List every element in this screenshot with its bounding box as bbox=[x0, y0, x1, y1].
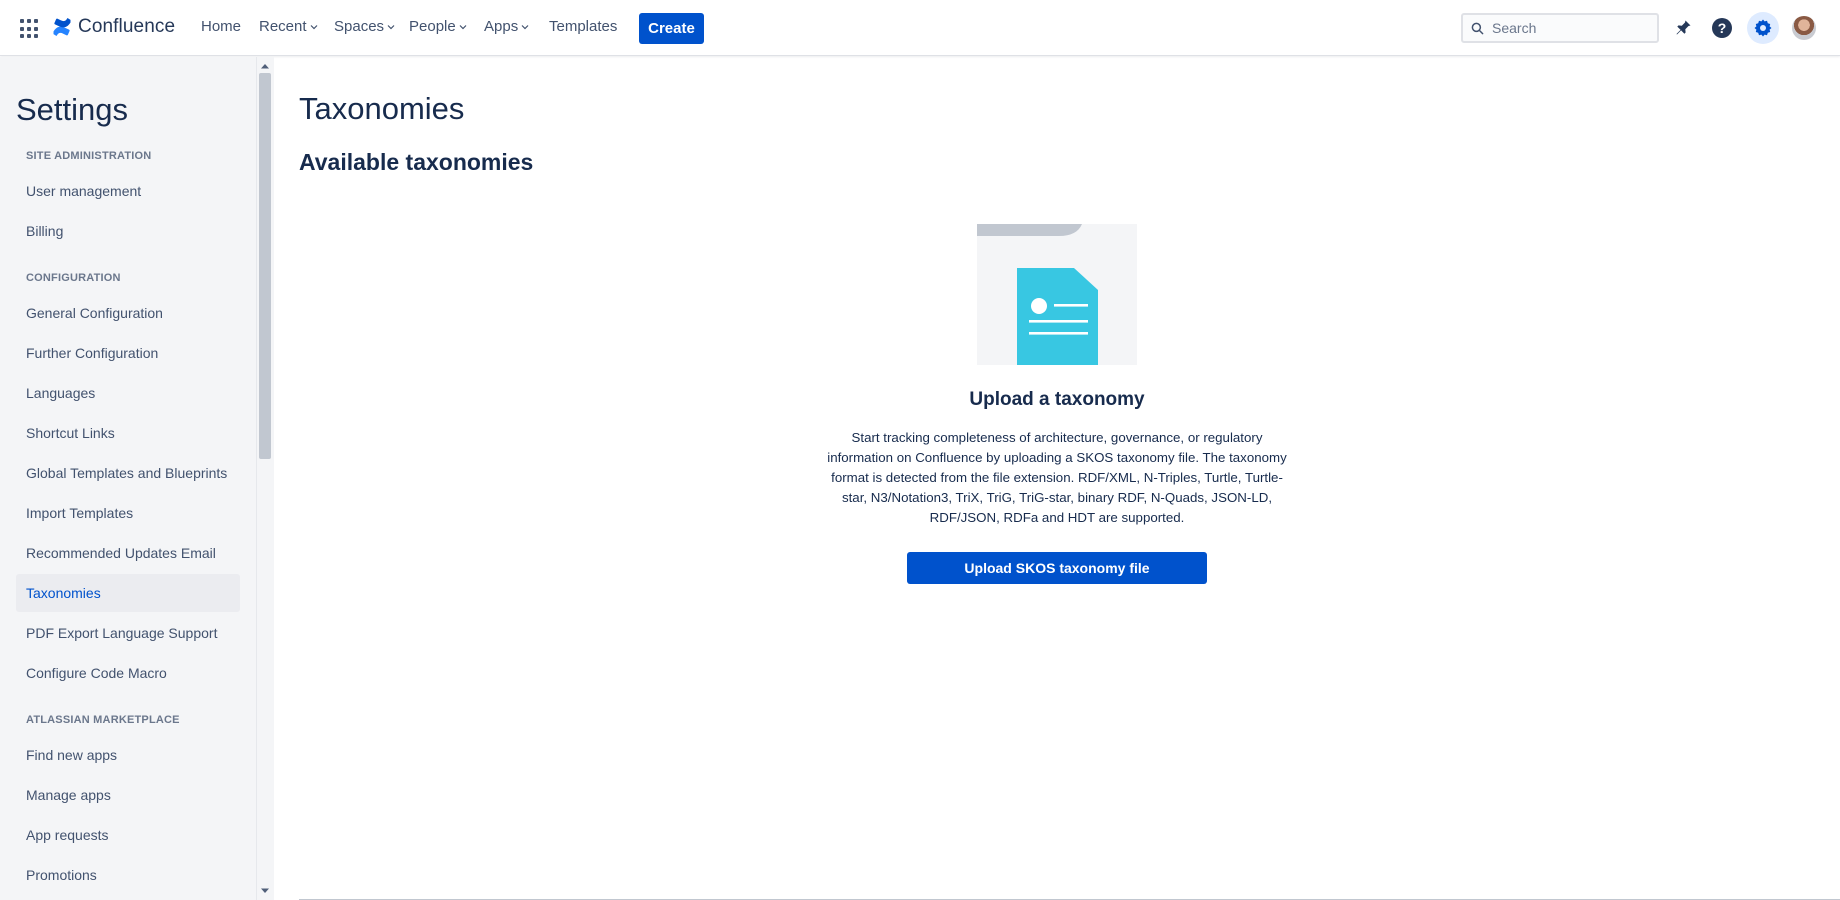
confluence-logo-icon bbox=[53, 18, 71, 36]
nav-templates-label: Templates bbox=[549, 18, 618, 35]
main-content: Taxonomies Available taxonomies Upload a… bbox=[275, 57, 1840, 900]
nav-home[interactable]: Home bbox=[201, 18, 241, 35]
app-switcher-icon[interactable] bbox=[20, 19, 40, 39]
scroll-down-arrow-icon[interactable] bbox=[259, 885, 271, 897]
chevron-down-icon bbox=[521, 24, 529, 29]
nav-people-label: People bbox=[409, 18, 456, 35]
sidebar-item-pdf-export-language-support[interactable]: PDF Export Language Support bbox=[16, 614, 240, 652]
sidebar-item-find-new-apps[interactable]: Find new apps bbox=[16, 736, 240, 774]
sidebar-item-taxonomies[interactable]: Taxonomies bbox=[16, 574, 240, 612]
sidebar-item-user-management[interactable]: User management bbox=[16, 172, 240, 210]
sidebar-item-app-requests[interactable]: App requests bbox=[16, 816, 240, 854]
app-name: Confluence bbox=[78, 16, 176, 37]
sidebar-scrollbar-thumb[interactable] bbox=[259, 73, 271, 459]
page-title: Taxonomies bbox=[299, 91, 465, 126]
settings-icon bbox=[1754, 19, 1772, 37]
scroll-up-arrow-icon[interactable] bbox=[259, 60, 271, 72]
sidebar-item-global-templates[interactable]: Global Templates and Blueprints bbox=[16, 454, 240, 492]
sidebar-item-general-configuration[interactable]: General Configuration bbox=[16, 294, 240, 332]
section-label-site-administration: SITE ADMINISTRATION bbox=[26, 150, 152, 162]
notifications-button[interactable] bbox=[1671, 16, 1695, 40]
nav-home-label: Home bbox=[201, 18, 242, 35]
nav-apps[interactable]: Apps bbox=[484, 18, 529, 35]
sidebar-item-import-templates[interactable]: Import Templates bbox=[16, 494, 240, 532]
top-navigation: Confluence Home Recent Spaces People App… bbox=[0, 0, 1840, 56]
empty-state-description: Start tracking completeness of architect… bbox=[827, 430, 1287, 525]
avatar[interactable] bbox=[1792, 16, 1816, 40]
nav-recent[interactable]: Recent bbox=[259, 18, 318, 35]
nav-spaces-label: Spaces bbox=[334, 18, 385, 35]
sidebar-item-languages[interactable]: Languages bbox=[16, 374, 240, 412]
sidebar-item-configure-code-macro[interactable]: Configure Code Macro bbox=[16, 654, 240, 692]
search-box[interactable] bbox=[1461, 13, 1659, 43]
document-icon bbox=[977, 224, 1137, 365]
nav-recent-label: Recent bbox=[259, 18, 307, 35]
notifications-icon bbox=[1676, 20, 1691, 35]
search-input[interactable] bbox=[1492, 20, 1642, 36]
sidebar-item-shortcut-links[interactable]: Shortcut Links bbox=[16, 414, 240, 452]
chevron-down-icon bbox=[387, 24, 395, 29]
upload-taxonomy-button[interactable]: Upload SKOS taxonomy file bbox=[907, 552, 1207, 584]
search-icon bbox=[1471, 22, 1484, 34]
section-label-atlassian-marketplace: ATLASSIAN MARKETPLACE bbox=[26, 714, 180, 726]
help-button[interactable]: ? bbox=[1710, 16, 1734, 40]
sidebar-item-recommended-updates-email[interactable]: Recommended Updates Email bbox=[16, 534, 240, 572]
chevron-down-icon bbox=[310, 24, 317, 29]
help-icon: ? bbox=[1712, 18, 1732, 38]
sidebar-item-further-configuration[interactable]: Further Configuration bbox=[16, 334, 240, 372]
section-heading: Available taxonomies bbox=[299, 149, 534, 175]
create-button[interactable]: Create bbox=[639, 13, 704, 44]
nav-people[interactable]: People bbox=[409, 18, 467, 35]
nav-apps-label: Apps bbox=[484, 18, 519, 35]
chevron-down-icon bbox=[459, 24, 467, 29]
sidebar-item-manage-apps[interactable]: Manage apps bbox=[16, 776, 240, 814]
empty-state-title: Upload a taxonomy bbox=[969, 389, 1145, 410]
sidebar-item-promotions[interactable]: Promotions bbox=[16, 856, 240, 894]
nav-spaces[interactable]: Spaces bbox=[334, 18, 395, 35]
nav-templates[interactable]: Templates bbox=[549, 18, 617, 35]
sidebar-item-billing[interactable]: Billing bbox=[16, 212, 240, 250]
confluence-logo[interactable]: Confluence bbox=[52, 16, 175, 38]
sidebar-title: Settings bbox=[16, 92, 129, 127]
settings-button[interactable] bbox=[1747, 12, 1779, 44]
section-label-configuration: CONFIGURATION bbox=[26, 272, 121, 284]
